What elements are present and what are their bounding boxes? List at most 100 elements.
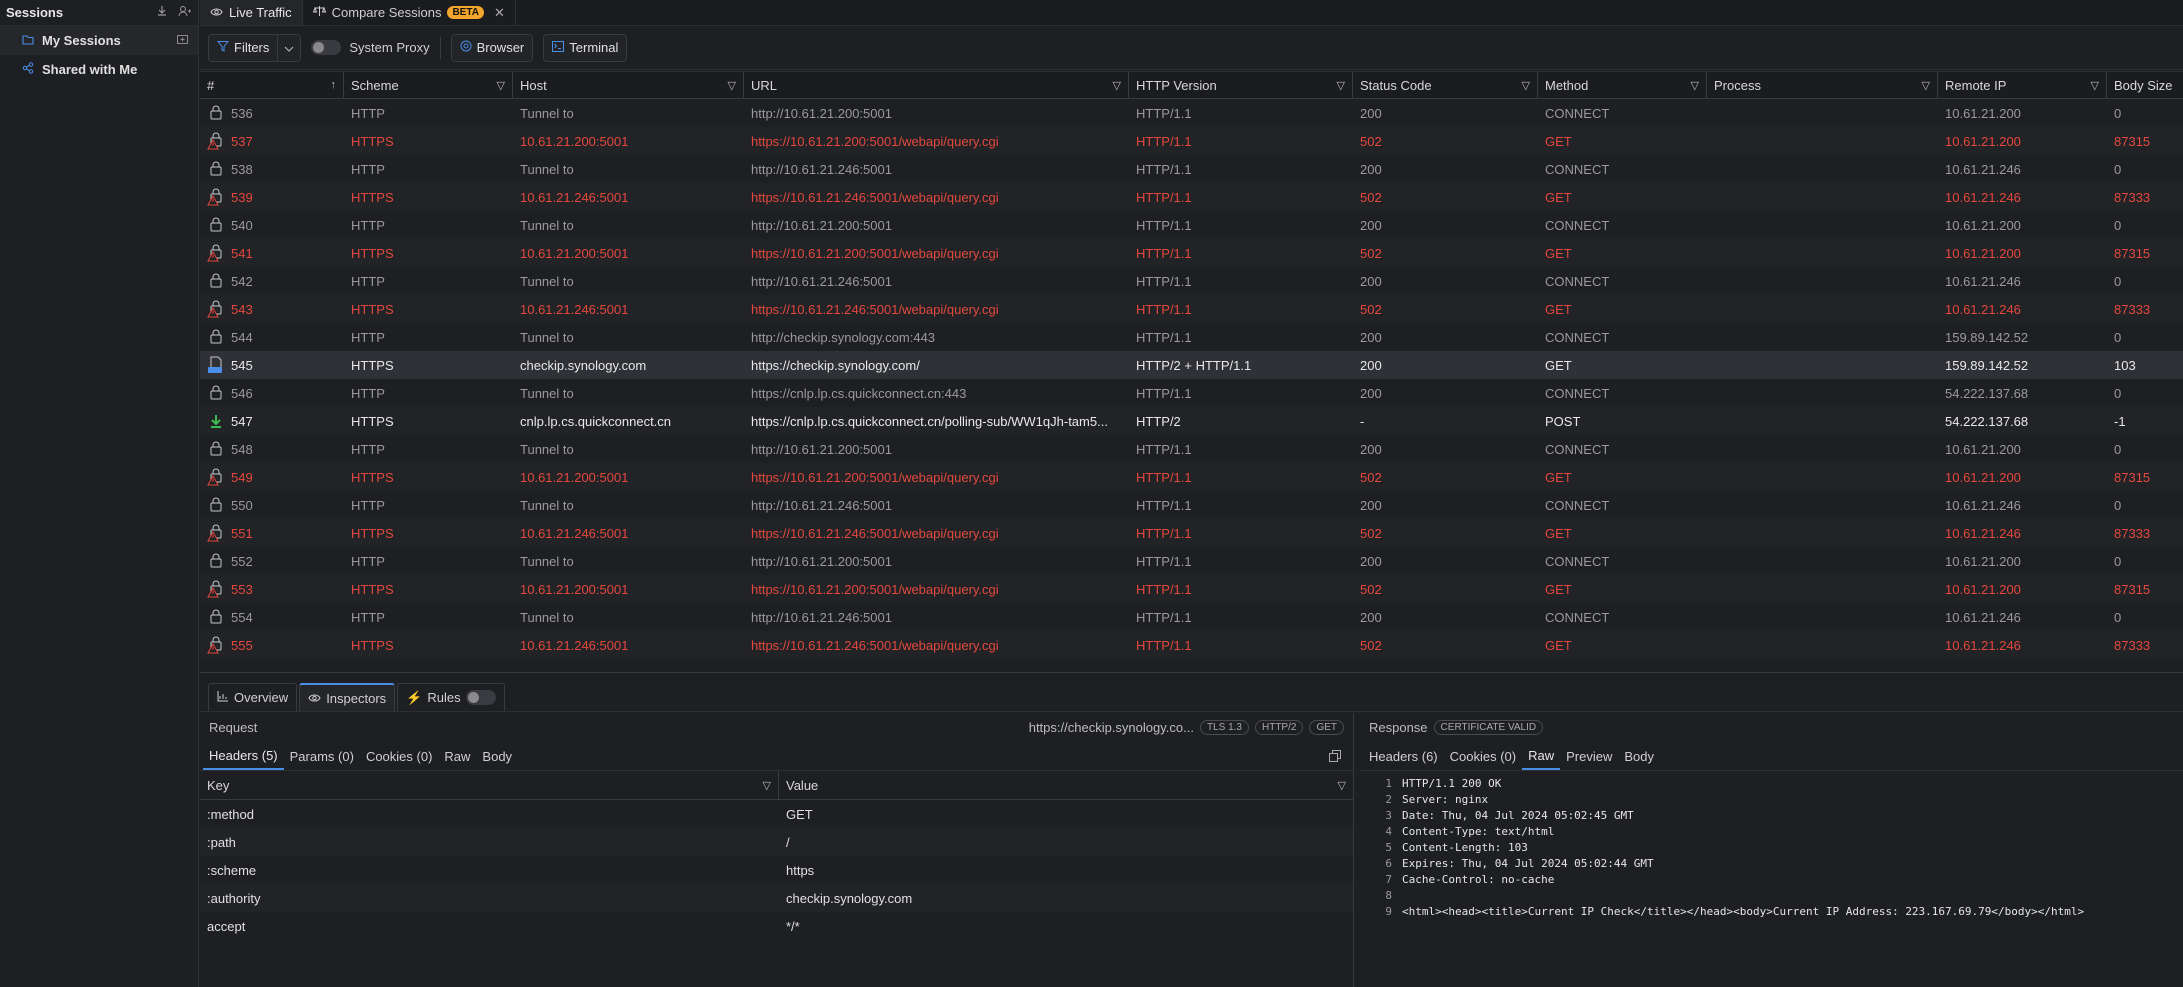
table-row[interactable]: 539 HTTPS 10.61.21.246:5001 https://10.61.2… [200,183,2183,211]
cell-ip: 10.61.21.246 [1945,189,2021,205]
tab-overview[interactable]: Overview [208,683,298,711]
request-tab-cookies[interactable]: Cookies (0) [360,742,438,770]
filter-icon[interactable]: ▽ [1522,79,1530,92]
table-row[interactable]: 552 HTTP Tunnel to http://10.61.21.200:5001… [200,547,2183,575]
table-row[interactable]: 545 HTTPS checkip.synology.com https://chec… [200,351,2183,379]
tab-label: Rules [427,690,461,705]
table-row[interactable]: 538 HTTP Tunnel to http://10.61.21.246:5001… [200,155,2183,183]
manage-users-icon[interactable] [178,5,192,20]
column-header-http-version[interactable]: HTTP Version ▽ [1129,72,1353,98]
tab-inspectors[interactable]: Inspectors [299,683,396,711]
filter-icon[interactable]: ▽ [1338,779,1346,792]
column-header-key[interactable]: Key ▽ [200,771,779,799]
filter-icon[interactable]: ▽ [1113,79,1121,92]
response-tab-raw[interactable]: Raw [1522,742,1561,770]
column-header-scheme[interactable]: Scheme ▽ [344,72,513,98]
cell-ver: HTTP/1.1 [1136,441,1192,457]
cell-scheme: HTTPS [351,637,394,653]
column-header-method[interactable]: Method ▽ [1538,72,1707,98]
tab-compare-sessions[interactable]: Compare Sessions BETA ✕ [303,0,516,25]
cell-status: 502 [1360,133,1382,149]
response-tab-preview[interactable]: Preview [1560,742,1618,770]
cell-num: 544 [200,328,344,346]
cell-scheme: HTTPS [351,525,394,541]
system-proxy-toggle[interactable] [311,40,342,55]
response-tab-body[interactable]: Body [1618,742,1660,770]
column-header-number[interactable]: # ↑ [200,72,344,98]
row-number: 541 [231,245,253,261]
line-text: Content-Length: 103 [1402,840,1528,854]
table-row[interactable]: 551 HTTPS 10.61.21.246:5001 https://10.61.2… [200,519,2183,547]
tab-rules[interactable]: ⚡ Rules [397,683,505,711]
table-row[interactable]: 555 HTTPS 10.61.21.246:5001 https://10.61.2… [200,631,2183,659]
cell-method: CONNECT [1545,273,1610,289]
table-row[interactable]: 542 HTTP Tunnel to http://10.61.21.246:5001… [200,267,2183,295]
column-header-host[interactable]: Host ▽ [513,72,744,98]
cell-scheme: HTTPS [351,189,394,205]
table-row[interactable]: 536 HTTP Tunnel to http://10.61.21.200:5001… [200,99,2183,127]
cell-url: http://10.61.21.200:5001 [751,553,892,569]
tab-live-traffic[interactable]: Live Traffic [200,0,303,25]
table-row[interactable]: 553 HTTPS 10.61.21.200:5001 https://10.61.2… [200,575,2183,603]
table-row[interactable]: 537 HTTPS 10.61.21.200:5001 https://10.61.2… [200,127,2183,155]
filter-icon[interactable]: ▽ [497,79,505,92]
header-row[interactable]: accept */* [200,912,1353,940]
copy-icon[interactable] [1329,742,1341,770]
table-row[interactable]: 540 HTTP Tunnel to http://10.61.21.200:5001… [200,211,2183,239]
sidebar-item-my-sessions[interactable]: My Sessions [0,26,198,55]
header-row[interactable]: :scheme https [200,856,1353,884]
table-row[interactable]: 548 HTTP Tunnel to http://10.61.21.200:5001… [200,435,2183,463]
html-file-icon [207,356,225,374]
table-row[interactable]: 541 HTTPS 10.61.21.200:5001 https://10.61.2… [200,239,2183,267]
lock-icon [207,104,225,122]
filter-icon[interactable]: ▽ [1337,79,1345,92]
request-tab-body[interactable]: Body [476,742,518,770]
column-header-status-code[interactable]: Status Code ▽ [1353,72,1538,98]
terminal-button[interactable]: Terminal [543,33,628,62]
table-row[interactable]: 546 HTTP Tunnel to https://cnlp.lp.cs.quick… [200,379,2183,407]
import-icon[interactable] [156,5,168,20]
filter-icon[interactable]: ▽ [1691,79,1699,92]
rules-toggle[interactable] [465,690,496,705]
header-row[interactable]: :path / [200,828,1353,856]
filters-dropdown-button[interactable] [278,33,302,62]
table-row[interactable]: 543 HTTPS 10.61.21.246:5001 https://10.61.2… [200,295,2183,323]
filter-icon[interactable]: ▽ [2091,79,2099,92]
sidebar-item-shared-with-me[interactable]: Shared with Me [0,55,198,84]
close-icon[interactable]: ✕ [494,5,505,21]
raw-response-view[interactable]: 1 HTTP/1.1 200 OK 2 Server: nginx 3 Date: Thu… [1360,771,2183,919]
filter-icon[interactable]: ▽ [728,79,736,92]
request-tab-params[interactable]: Params (0) [284,742,360,770]
column-header-body-size[interactable]: Body Size [2107,72,2183,98]
browser-button[interactable]: Browser [450,33,534,62]
cell-url: https://10.61.21.246:5001/webapi/query.c… [751,525,999,541]
column-header-process[interactable]: Process ▽ [1707,72,1938,98]
column-header-url[interactable]: URL ▽ [744,72,1129,98]
table-row[interactable]: 550 HTTP Tunnel to http://10.61.21.246:5001… [200,491,2183,519]
table-row[interactable]: 547 HTTPS cnlp.lp.cs.quickconnect.cn https:… [200,407,2183,435]
cell-scheme: HTTP [351,441,385,457]
add-folder-icon[interactable] [177,34,188,47]
cell-method: GET [1545,581,1572,597]
filter-icon[interactable]: ▽ [763,779,771,792]
table-row[interactable]: 549 HTTPS 10.61.21.200:5001 https://10.61.2… [200,463,2183,491]
request-tab-raw[interactable]: Raw [438,742,476,770]
filter-icon[interactable]: ▽ [1922,79,1930,92]
cell-ip: 10.61.21.200 [1945,441,2021,457]
header-row[interactable]: :authority checkip.synology.com [200,884,1353,912]
response-tab-headers[interactable]: Headers (6) [1363,742,1444,770]
sort-ascending-icon[interactable]: ↑ [331,79,337,91]
column-header-remote-ip[interactable]: Remote IP ▽ [1938,72,2107,98]
table-row[interactable]: 554 HTTP Tunnel to http://10.61.21.246:5001… [200,603,2183,631]
filters-button[interactable]: Filters [208,33,279,62]
row-number: 547 [231,413,253,429]
warning-icon [207,524,225,542]
cell-size: 87333 [2114,637,2151,653]
table-row[interactable]: 544 HTTP Tunnel to http://checkip.synology.… [200,323,2183,351]
header-row[interactable]: :method GET [200,800,1353,828]
response-tab-cookies[interactable]: Cookies (0) [1444,742,1522,770]
request-tab-headers[interactable]: Headers (5) [203,742,284,770]
cell-size: 87315 [2114,469,2151,485]
sidebar-item-label: My Sessions [42,33,121,48]
column-header-value[interactable]: Value ▽ [779,771,1353,799]
